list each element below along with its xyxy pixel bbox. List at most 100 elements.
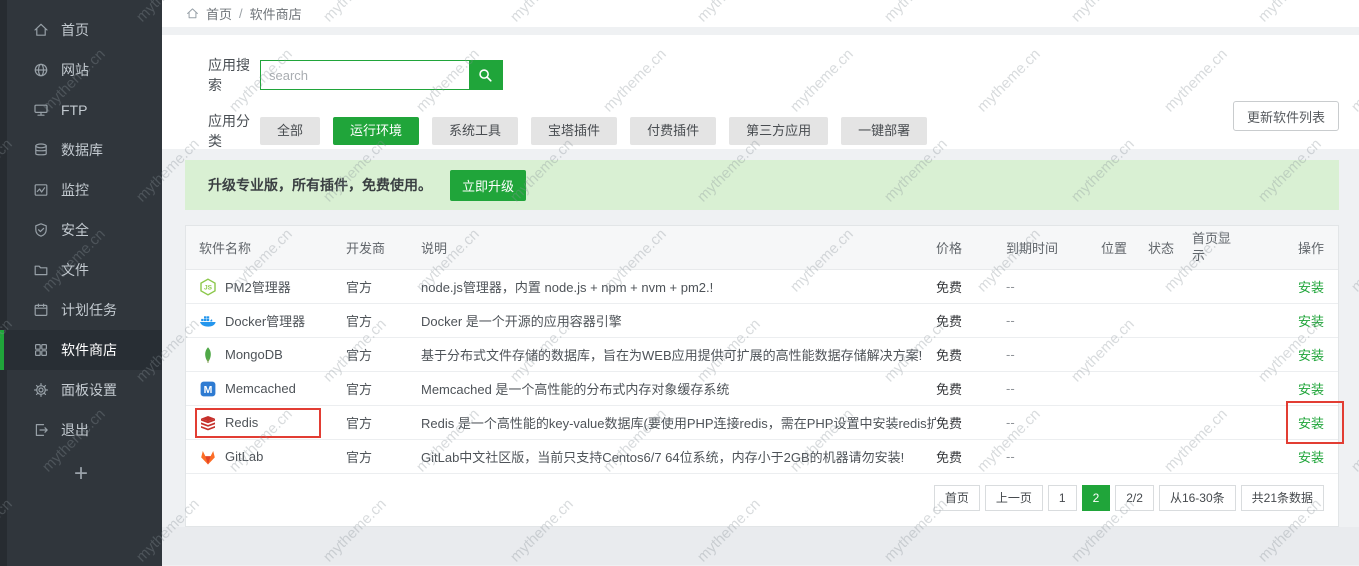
- breadcrumb-home-link[interactable]: 首页: [206, 4, 232, 23]
- logout-icon: [33, 422, 49, 438]
- pagination-page-1[interactable]: 1: [1048, 485, 1077, 511]
- mongodb-icon: [199, 346, 217, 364]
- sidebar-item-label: 计划任务: [61, 300, 117, 320]
- category-button[interactable]: 宝塔插件: [531, 117, 617, 145]
- developer-cell: 官方: [346, 379, 421, 398]
- sidebar-menu: 首页网站 FTP 数据库监控安全文件计划任务软件商店面板设置退出: [0, 0, 162, 450]
- category-button[interactable]: 全部: [260, 117, 320, 145]
- home-icon: [33, 22, 49, 38]
- price-cell: 免费: [936, 447, 1006, 466]
- pagination-ratio: 2/2: [1115, 485, 1154, 511]
- software-name: PM2管理器: [225, 277, 291, 296]
- expiry-cell: --: [1006, 347, 1101, 362]
- update-software-list-button[interactable]: 更新软件列表: [1233, 101, 1339, 131]
- developer-cell: 官方: [346, 311, 421, 330]
- sidebar-item-monitor[interactable]: 监控: [0, 170, 162, 210]
- software-name: Docker管理器: [225, 311, 305, 330]
- globe-icon: [33, 62, 49, 78]
- sidebar-item-label: FTP: [61, 102, 87, 118]
- pagination-total: 共21条数据: [1241, 485, 1324, 511]
- pagination: 首页上一页122/2从16-30条共21条数据: [934, 485, 1324, 511]
- action-cell: 安装: [1250, 447, 1338, 466]
- sidebar-item-store[interactable]: 软件商店: [0, 330, 162, 370]
- table-column-header: 到期时间: [1006, 238, 1101, 257]
- price-cell: 免费: [936, 345, 1006, 364]
- software-name: Memcached: [225, 381, 296, 396]
- gitlab-icon: [199, 448, 217, 466]
- table-column-header: 位置: [1101, 238, 1148, 257]
- install-link[interactable]: 安装: [1298, 450, 1324, 465]
- install-link[interactable]: 安装: [1298, 382, 1324, 397]
- description-cell: node.js管理器，内置 node.js + npm + nvm + pm2.…: [421, 277, 936, 296]
- svg-text:M: M: [204, 384, 213, 396]
- table-row: JS PM2管理器 官方node.js管理器，内置 node.js + npm + …: [186, 270, 1338, 304]
- install-link[interactable]: 安装: [1298, 314, 1324, 329]
- calendar-icon: [33, 302, 49, 318]
- expiry-cell: --: [1006, 313, 1101, 328]
- upgrade-now-button[interactable]: 立即升级: [450, 170, 526, 201]
- breadcrumb-separator: /: [239, 6, 243, 21]
- sidebar-item-site[interactable]: 网站: [0, 50, 162, 90]
- action-cell: 安装: [1250, 311, 1338, 330]
- price-cell: 免费: [936, 379, 1006, 398]
- shield-icon: [33, 222, 49, 238]
- chart-icon: [33, 182, 49, 198]
- upgrade-banner-text: 升级专业版，所有插件，免费使用。: [208, 175, 432, 195]
- sidebar-item-ftp[interactable]: FTP: [0, 90, 162, 130]
- pagination-range: 从16-30条: [1159, 485, 1236, 511]
- action-cell: 安装: [1250, 379, 1338, 398]
- sidebar-item-files[interactable]: 文件: [0, 250, 162, 290]
- install-link[interactable]: 安装: [1298, 416, 1324, 431]
- developer-cell: 官方: [346, 345, 421, 364]
- sidebar-add-button[interactable]: +: [0, 454, 162, 494]
- software-name: GitLab: [225, 449, 263, 464]
- sidebar-item-label: 退出: [61, 420, 89, 440]
- table-column-header: 软件名称: [186, 238, 346, 257]
- sidebar-item-cron[interactable]: 计划任务: [0, 290, 162, 330]
- sidebar-item-database[interactable]: 数据库: [0, 130, 162, 170]
- folder-icon: [33, 262, 49, 278]
- software-name-cell: Redis: [186, 414, 346, 432]
- pagination-first[interactable]: 首页: [934, 485, 980, 511]
- category-button[interactable]: 运行环境: [333, 117, 419, 145]
- category-button[interactable]: 付费插件: [630, 117, 716, 145]
- table-column-header: 操作: [1250, 238, 1338, 257]
- sidebar-item-label: 数据库: [61, 140, 103, 160]
- category-button[interactable]: 一键部署: [841, 117, 927, 145]
- docker-icon: [199, 312, 217, 330]
- pagination-prev[interactable]: 上一页: [985, 485, 1043, 511]
- database-icon: [33, 142, 49, 158]
- developer-cell: 官方: [346, 277, 421, 296]
- install-link[interactable]: 安装: [1298, 348, 1324, 363]
- software-name-cell: MongoDB: [186, 346, 346, 364]
- main-content: 首页 / 软件商店 应用搜索 应用分类 全部运行环境系统工具宝塔插件付费插件第三…: [162, 0, 1359, 566]
- search-row: 应用搜索: [208, 55, 1359, 95]
- sidebar-item-home[interactable]: 首页: [0, 10, 162, 50]
- sidebar: 首页网站 FTP 数据库监控安全文件计划任务软件商店面板设置退出 +: [0, 0, 162, 566]
- svg-text:JS: JS: [204, 284, 213, 291]
- search-group: [260, 60, 503, 90]
- action-cell: 安装: [1250, 277, 1338, 296]
- pagination-page-2[interactable]: 2: [1082, 485, 1111, 511]
- expiry-cell: --: [1006, 381, 1101, 396]
- search-button[interactable]: [469, 61, 502, 89]
- sidebar-item-label: 安全: [61, 220, 89, 240]
- search-input[interactable]: [261, 61, 469, 89]
- software-name-cell: M Memcached: [186, 380, 346, 398]
- category-button[interactable]: 第三方应用: [729, 117, 828, 145]
- software-name-cell: JS PM2管理器: [186, 277, 346, 296]
- table-column-header: 说明: [421, 238, 936, 257]
- sidebar-item-settings[interactable]: 面板设置: [0, 370, 162, 410]
- description-cell: Docker 是一个开源的应用容器引擎: [421, 311, 936, 330]
- pm2-icon: JS: [199, 278, 217, 296]
- expiry-cell: --: [1006, 415, 1101, 430]
- sidebar-item-label: 监控: [61, 180, 89, 200]
- breadcrumb: 首页 / 软件商店: [162, 0, 1359, 27]
- home-icon: [186, 7, 199, 20]
- breadcrumb-current: 软件商店: [250, 4, 302, 23]
- category-button[interactable]: 系统工具: [432, 117, 518, 145]
- price-cell: 免费: [936, 311, 1006, 330]
- sidebar-item-logout[interactable]: 退出: [0, 410, 162, 450]
- install-link[interactable]: 安装: [1298, 280, 1324, 295]
- sidebar-item-security[interactable]: 安全: [0, 210, 162, 250]
